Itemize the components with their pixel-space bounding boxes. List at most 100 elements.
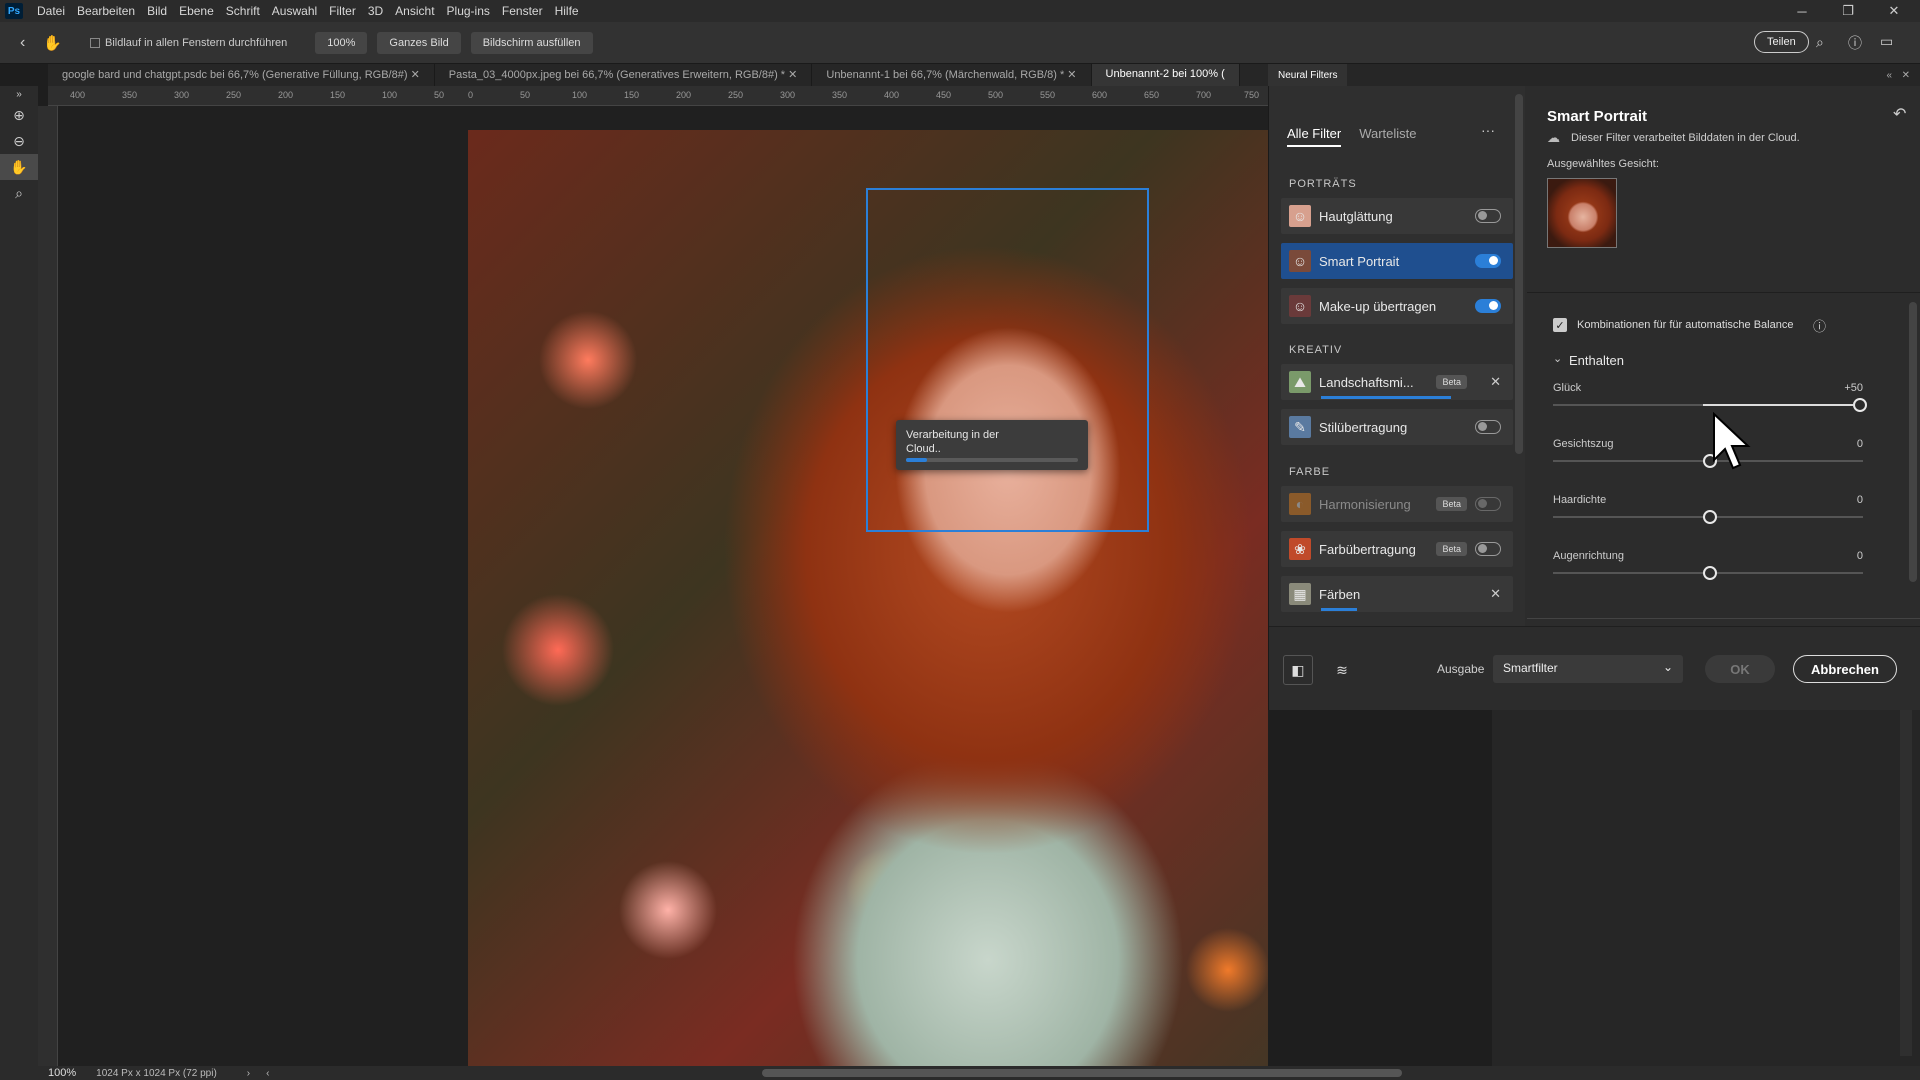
- more-options-icon[interactable]: ···: [1481, 122, 1495, 138]
- zoom-level[interactable]: 100%: [48, 1067, 76, 1079]
- close-panel-icon[interactable]: ✕: [1902, 70, 1910, 81]
- slider-facial-feature[interactable]: Gesichtszug 0: [1553, 438, 1863, 468]
- hand-tool-icon[interactable]: ✋: [0, 154, 38, 180]
- horizontal-scrollbar[interactable]: [762, 1069, 1402, 1077]
- minimize-icon[interactable]: ─: [1782, 0, 1822, 22]
- harmonization-toggle[interactable]: [1475, 497, 1501, 511]
- back-arrow-icon[interactable]: ‹: [20, 34, 25, 52]
- filter-makeup-transfer[interactable]: ☺ Make-up übertragen: [1281, 288, 1513, 324]
- slider-eye-direction[interactable]: Augenrichtung 0: [1553, 550, 1863, 580]
- cancel-button[interactable]: Abbrechen: [1793, 655, 1897, 683]
- filter-smart-portrait[interactable]: ☺ Smart Portrait: [1281, 243, 1513, 279]
- auto-balance-checkbox[interactable]: ✓: [1553, 318, 1567, 332]
- close-tab-icon[interactable]: ✕: [788, 69, 797, 81]
- tab-unbenannt-2[interactable]: Unbenannt-2 bei 100% (: [1091, 64, 1240, 86]
- menu-auswahl[interactable]: Auswahl: [266, 4, 323, 18]
- selected-face-thumbnail[interactable]: [1547, 178, 1617, 248]
- layers-preview-icon[interactable]: ≋: [1327, 655, 1357, 685]
- tab-label: google bard und chatgpt.psdc bei 66,7% (…: [62, 69, 408, 81]
- filter-label: Smart Portrait: [1319, 253, 1400, 269]
- filter-color-transfer[interactable]: ❀ Farbübertragung Beta: [1281, 531, 1513, 567]
- info-icon[interactable]: ⓘ: [1813, 316, 1826, 335]
- ruler-label: 200: [278, 90, 294, 100]
- vertical-scrollbar[interactable]: [1900, 710, 1912, 1056]
- filters-scrollbar[interactable]: [1515, 94, 1523, 454]
- fit-screen-button[interactable]: Ganzes Bild: [377, 31, 461, 54]
- zoom-in-icon[interactable]: ⊕: [0, 102, 38, 128]
- filter-landscape-mixer[interactable]: ⛰ Landschaftsmi... Beta ✕: [1281, 364, 1513, 400]
- filter-colorize[interactable]: ▦ Färben ✕: [1281, 576, 1513, 612]
- ruler-vertical: [38, 106, 58, 1066]
- output-select[interactable]: Smartfilter ⌄: [1493, 655, 1683, 683]
- settings-scrollbar[interactable]: [1909, 302, 1917, 582]
- hand-tool-icon[interactable]: ✋: [43, 34, 62, 52]
- menu-3d[interactable]: 3D: [362, 4, 389, 18]
- ruler-label: 300: [174, 90, 190, 100]
- share-button[interactable]: Teilen: [1754, 31, 1809, 53]
- remove-filter-icon[interactable]: ✕: [1490, 374, 1501, 390]
- zoom-out-icon[interactable]: ⊖: [0, 128, 38, 154]
- smart-portrait-toggle[interactable]: [1475, 254, 1501, 268]
- reset-icon[interactable]: ↶: [1893, 104, 1906, 124]
- fill-screen-button[interactable]: Bildschirm ausfüllen: [470, 31, 593, 54]
- tab-unbenannt-1[interactable]: Unbenannt-1 bei 66,7% (Märchenwald, RGB/…: [812, 64, 1092, 86]
- close-window-icon[interactable]: ✕: [1874, 0, 1914, 22]
- menu-plugins[interactable]: Plug-ins: [441, 4, 496, 18]
- menu-datei[interactable]: Datei: [31, 4, 71, 18]
- search-icon[interactable]: ⌕: [1816, 34, 1824, 51]
- filter-style-transfer[interactable]: ✎ Stilübertragung: [1281, 409, 1513, 445]
- ok-button[interactable]: OK: [1705, 655, 1775, 683]
- help-icon[interactable]: ⓘ: [1848, 33, 1862, 53]
- slider-hair-density[interactable]: Haardichte 0: [1553, 494, 1863, 524]
- color-transfer-toggle[interactable]: [1475, 542, 1501, 556]
- expand-toolbar-icon[interactable]: »: [0, 86, 38, 102]
- filter-harmonization[interactable]: ◐ Harmonisierung Beta: [1281, 486, 1513, 522]
- chevron-down-icon[interactable]: ⌄: [1553, 352, 1562, 365]
- style-transfer-toggle[interactable]: [1475, 420, 1501, 434]
- chevron-right-icon[interactable]: ›: [247, 1068, 250, 1079]
- menu-bar: Ps Datei Bearbeiten Bild Ebene Schrift A…: [0, 0, 1920, 22]
- slider-happiness[interactable]: Glück +50: [1553, 382, 1867, 412]
- menu-filter[interactable]: Filter: [323, 4, 362, 18]
- preview-toggle-icon[interactable]: ◧: [1283, 655, 1313, 685]
- menu-bearbeiten[interactable]: Bearbeiten: [71, 4, 141, 18]
- filter-label: Färben: [1319, 586, 1361, 602]
- close-tab-icon[interactable]: ✕: [411, 69, 420, 81]
- tab-google-bard[interactable]: google bard und chatgpt.psdc bei 66,7% (…: [48, 64, 435, 86]
- menu-schrift[interactable]: Schrift: [220, 4, 266, 18]
- scroll-all-option[interactable]: Bildlauf in allen Fenstern durchführen: [90, 37, 287, 49]
- ruler-label: 400: [884, 90, 900, 100]
- menu-ansicht[interactable]: Ansicht: [389, 4, 440, 18]
- tab-waitlist[interactable]: Warteliste: [1359, 126, 1416, 147]
- face-selection-box: [866, 188, 1149, 532]
- beta-badge: Beta: [1436, 542, 1467, 556]
- remove-filter-icon[interactable]: ✕: [1490, 586, 1501, 602]
- harmonization-icon: ◐: [1289, 493, 1311, 515]
- slider-knob[interactable]: [1703, 566, 1717, 580]
- workspace-icon[interactable]: ▭: [1880, 33, 1893, 50]
- menu-bild[interactable]: Bild: [141, 4, 173, 18]
- scroll-all-checkbox[interactable]: [90, 37, 101, 48]
- chevron-left-icon[interactable]: ‹: [266, 1068, 269, 1079]
- maximize-icon[interactable]: ❐: [1828, 0, 1868, 22]
- collapse-panel-icon[interactable]: «: [1886, 70, 1892, 81]
- makeup-transfer-toggle[interactable]: [1475, 299, 1501, 313]
- slider-knob[interactable]: [1703, 510, 1717, 524]
- zoom-100-button[interactable]: 100%: [315, 31, 368, 54]
- ruler-label: 200: [676, 90, 692, 100]
- slider-knob[interactable]: [1853, 398, 1867, 412]
- tab-pasta[interactable]: Pasta_03_4000px.jpeg bei 66,7% (Generati…: [435, 64, 813, 86]
- group-label[interactable]: Enthalten: [1569, 353, 1624, 368]
- menu-ebene[interactable]: Ebene: [173, 4, 220, 18]
- neural-filters-tab[interactable]: Neural Filters: [1268, 64, 1348, 86]
- skin-smoothing-toggle[interactable]: [1475, 209, 1501, 223]
- filter-skin-smoothing[interactable]: ☺ Hautglättung: [1281, 198, 1513, 234]
- menu-hilfe[interactable]: Hilfe: [549, 4, 585, 18]
- slider-label: Glück: [1553, 382, 1582, 394]
- section-creative: KREATIV: [1289, 344, 1343, 356]
- section-color: FARBE: [1289, 466, 1331, 478]
- zoom-tool-icon[interactable]: ⌕: [0, 180, 38, 206]
- tab-all-filters[interactable]: Alle Filter: [1287, 126, 1342, 147]
- close-tab-icon[interactable]: ✕: [1067, 69, 1076, 81]
- menu-fenster[interactable]: Fenster: [496, 4, 549, 18]
